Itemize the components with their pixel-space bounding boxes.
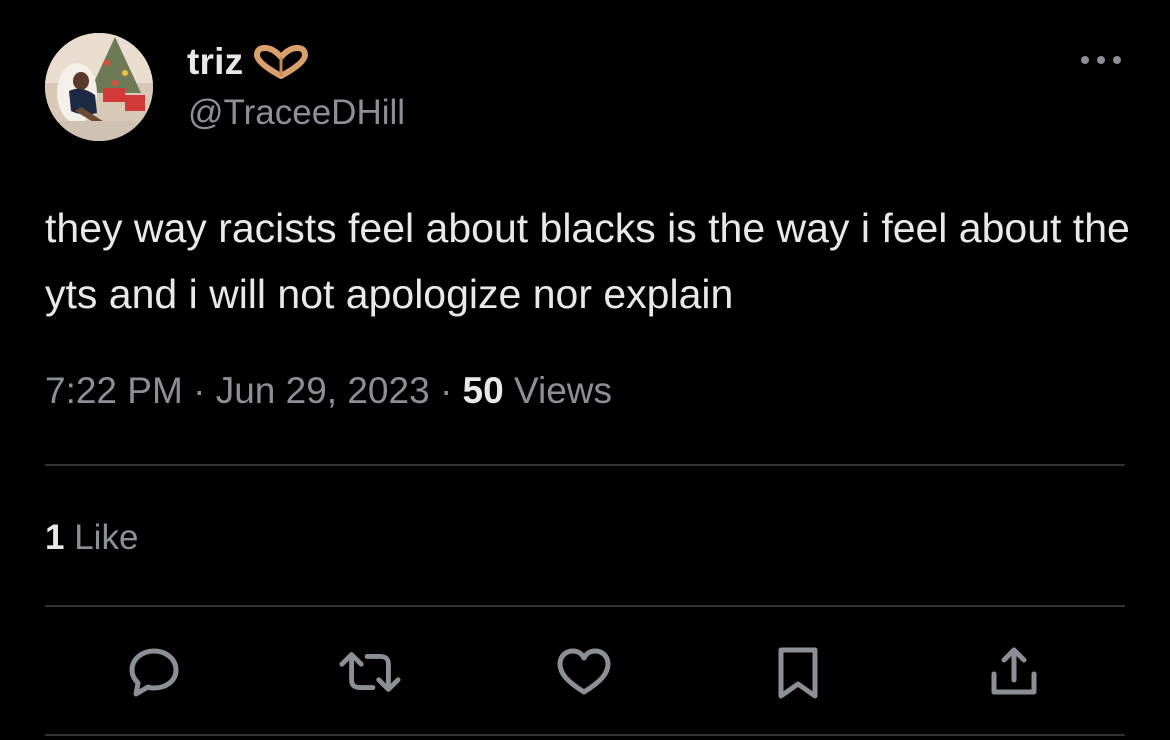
share-icon [991, 647, 1037, 695]
reply-button[interactable] [122, 640, 186, 704]
bookmark-icon [778, 647, 818, 699]
likes-count: 1 [45, 518, 65, 557]
display-name[interactable]: triz [187, 41, 243, 83]
views-label: Views [513, 370, 613, 411]
tweet-time[interactable]: 7:22 PM [45, 370, 183, 411]
like-button[interactable] [552, 640, 616, 704]
avatar[interactable] [45, 33, 153, 141]
author-handle[interactable]: @TraceeDHill [188, 93, 405, 133]
tweet-date[interactable]: Jun 29, 2023 [216, 370, 430, 411]
heart-icon [557, 648, 611, 695]
avatar-image [45, 33, 153, 141]
tweet: triz @TraceeDHill they way racists feel … [0, 0, 1170, 740]
author-name-row[interactable]: triz [187, 38, 309, 86]
tweet-meta: 7:22 PM · Jun 29, 2023 · 50 Views [45, 370, 612, 412]
retweet-icon [339, 652, 401, 692]
meta-separator: · [439, 370, 453, 411]
divider [45, 464, 1125, 466]
heart-hands-icon [253, 45, 309, 79]
bookmark-button[interactable] [766, 640, 830, 704]
divider [45, 734, 1125, 736]
likes-summary[interactable]: 1 Like [45, 518, 138, 558]
divider [45, 605, 1125, 607]
retweet-button[interactable] [338, 640, 402, 704]
more-options-icon[interactable] [1078, 45, 1124, 75]
likes-label: Like [74, 518, 139, 557]
views-count: 50 [462, 370, 504, 411]
tweet-text: they way racists feel about blacks is th… [45, 205, 1130, 317]
reply-icon [129, 648, 179, 697]
share-button[interactable] [982, 640, 1046, 704]
meta-separator: · [193, 370, 206, 411]
